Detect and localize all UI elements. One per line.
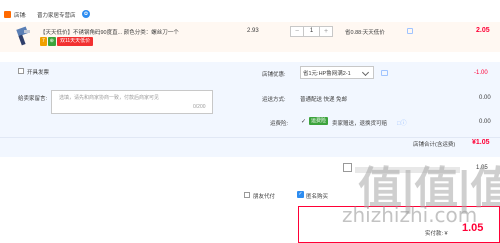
- item-badges: 7 ⊕ 双11天天低价: [40, 37, 94, 46]
- invoice-label: 开具发票: [27, 70, 50, 76]
- info-icon[interactable]: □ⓘ: [397, 118, 407, 127]
- insurance-check-icon[interactable]: ✓: [301, 118, 306, 125]
- invoice-checkbox[interactable]: [18, 68, 24, 74]
- message-label: 给卖家留言:: [18, 96, 48, 102]
- item-promo-text: 省0.88:天天低价: [345, 30, 385, 36]
- anonymous-label: 匿名购买: [306, 194, 329, 200]
- item-title-link[interactable]: 【天天低价】不锈钢角码90度直... 颜色分类：螺丝刀一个: [40, 28, 179, 36]
- chat-icon[interactable]: [381, 70, 388, 76]
- shipping-label: 运送方式:: [262, 97, 286, 103]
- message-char-count: 0/200: [193, 104, 206, 110]
- shop-total-label: 店铺合计(含运费): [413, 142, 456, 148]
- qty-input[interactable]: 1: [303, 27, 320, 36]
- insurance-tag: 运费险: [309, 117, 329, 125]
- chat-icon[interactable]: [407, 28, 413, 34]
- watermark-url: zhizhizhi.com: [342, 203, 478, 227]
- shop-name-link[interactable]: 晋力家居专营店: [37, 11, 76, 19]
- insurance-label: 运费险:: [270, 121, 289, 127]
- coupon-selected-value: 省1元:HP鲁网满2-1: [303, 71, 351, 77]
- product-image[interactable]: [15, 26, 35, 48]
- shop-total-amount: ¥1.05: [472, 139, 490, 146]
- summary-checkbox[interactable]: [343, 163, 352, 172]
- item-subtotal: 2.05: [476, 27, 490, 34]
- shipping-method: 普通配送 快递 免邮: [300, 97, 348, 103]
- unit-price: 2.93: [247, 28, 259, 34]
- agent-pay-label: 朋友代付: [253, 194, 276, 200]
- agent-pay-checkbox[interactable]: [244, 192, 250, 198]
- quantity-stepper: − 1 +: [290, 26, 333, 37]
- qty-plus-button[interactable]: +: [320, 27, 332, 36]
- anonymous-checkbox[interactable]: ✓: [297, 191, 304, 198]
- badge-guarantee-icon: ⊕: [47, 37, 56, 46]
- shop-label: 店铺:: [14, 13, 27, 19]
- qty-minus-button[interactable]: −: [291, 27, 303, 36]
- insurance-description: 卖家赠送，退换货可赔: [332, 121, 388, 127]
- coupon-amount: -1.00: [474, 70, 488, 76]
- insurance-amount: 0.00: [479, 119, 491, 125]
- message-placeholder: 选填，请先和商家协商一致，付款后商家可见: [59, 95, 160, 101]
- coupon-label: 店铺优惠:: [262, 72, 286, 78]
- shipping-amount: 0.00: [479, 95, 491, 101]
- shop-icon: [4, 11, 11, 18]
- divider: [0, 137, 500, 138]
- paid-label: 实付款: ¥: [425, 231, 448, 237]
- badge-7day-icon: 7: [40, 37, 47, 46]
- wangwang-chat-icon[interactable]: ✿: [82, 10, 90, 18]
- badge-promo: 双11天天低价: [56, 37, 94, 46]
